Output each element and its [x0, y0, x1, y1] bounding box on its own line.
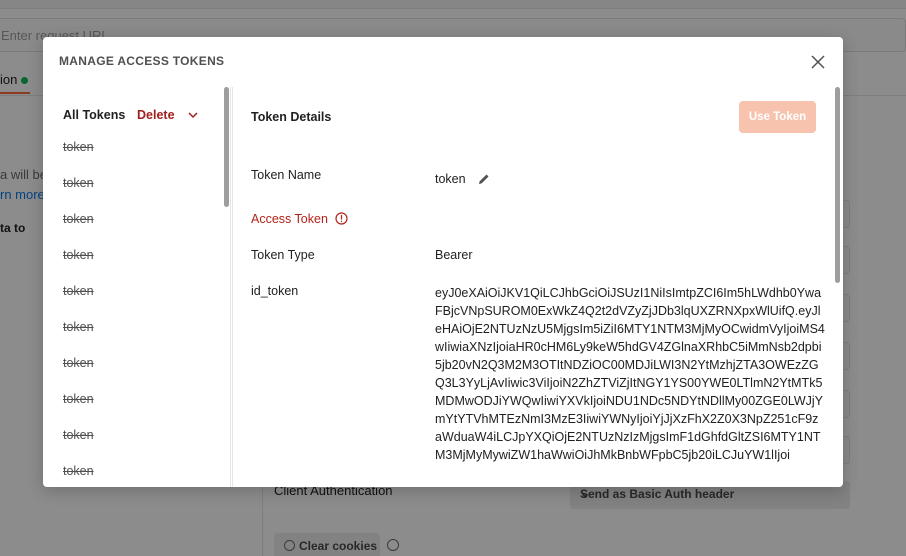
token-details-pane: Token Details Use Token Token Name token…: [232, 87, 843, 487]
chevron-down-icon[interactable]: [187, 108, 199, 122]
close-button[interactable]: [809, 53, 827, 71]
token-list-item[interactable]: token: [63, 428, 213, 464]
token-list-item[interactable]: token: [63, 176, 213, 212]
id-token-value: eyJ0eXAiOiJKV1QiLCJhbGciOiJSUzI1NiIsImtp…: [435, 286, 825, 462]
token-list-item[interactable]: token: [63, 284, 213, 320]
token-details-scrollbar[interactable]: [835, 87, 840, 283]
info-icon[interactable]: [335, 212, 348, 225]
id-token-label: id_token: [251, 284, 299, 298]
modal-header: MANAGE ACCESS TOKENS: [43, 37, 843, 87]
token-list-item[interactable]: token: [63, 320, 213, 356]
token-list-item[interactable]: token: [63, 212, 213, 248]
delete-button[interactable]: Delete: [137, 108, 175, 122]
token-list-scrollbar[interactable]: [224, 87, 229, 207]
modal-body: All Tokens Delete token token token toke…: [43, 87, 843, 487]
manage-access-tokens-modal: MANAGE ACCESS TOKENS All Tokens Delete t…: [43, 37, 843, 487]
token-list: token token token token token token toke…: [63, 140, 213, 487]
all-tokens-label: All Tokens: [63, 108, 126, 122]
modal-title: MANAGE ACCESS TOKENS: [59, 54, 225, 68]
close-icon: [811, 55, 825, 69]
token-type-value: Bearer: [435, 248, 473, 262]
access-token-row: Access Token: [251, 212, 348, 226]
access-token-label: Access Token: [251, 212, 328, 226]
token-list-item[interactable]: token: [63, 356, 213, 392]
token-list-item[interactable]: token: [63, 392, 213, 428]
use-token-button[interactable]: Use Token: [739, 101, 816, 133]
token-list-header: All Tokens Delete: [63, 108, 228, 124]
token-details-title: Token Details: [251, 110, 332, 124]
token-list-item[interactable]: token: [63, 464, 213, 487]
token-name-label: Token Name: [251, 168, 322, 182]
token-list-pane: All Tokens Delete token token token toke…: [43, 87, 231, 487]
token-type-label: Token Type: [251, 248, 315, 262]
token-name-value: token: [435, 172, 466, 186]
token-list-item[interactable]: token: [63, 140, 213, 176]
token-list-item[interactable]: token: [63, 248, 213, 284]
pencil-icon[interactable]: [477, 172, 491, 186]
